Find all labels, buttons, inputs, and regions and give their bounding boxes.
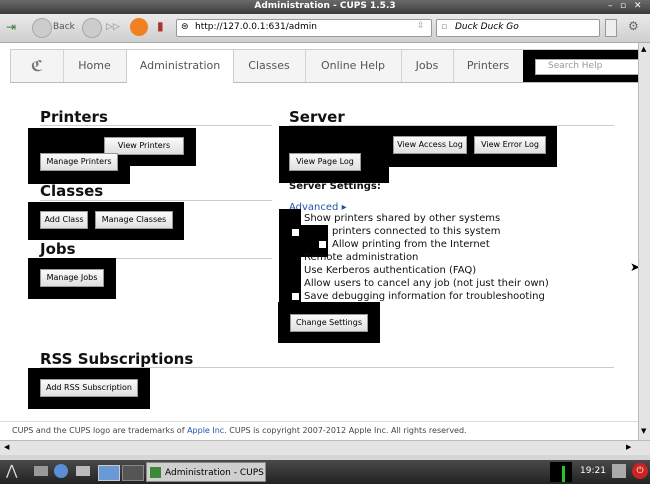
web-search-placeholder: Duck Duck Go	[455, 22, 519, 32]
window-titlebar: Administration - CUPS 1.5.3 – ▫ ✕	[0, 0, 650, 14]
back-button-label[interactable]: Back	[53, 22, 75, 32]
web-search-field[interactable]: ▫ Duck Duck Go	[436, 19, 600, 37]
manage-jobs-button[interactable]: Manage Jobs	[40, 269, 104, 287]
workspace-1-icon[interactable]	[98, 465, 120, 481]
start-menu-icon[interactable]: ⋀	[6, 463, 17, 479]
taskbar-window-label: Administration - CUPS ...	[165, 468, 266, 478]
view-page-log-button[interactable]: View Page Log	[289, 153, 361, 171]
tab-printers[interactable]: Printers	[453, 50, 524, 82]
option-allow-internet: Allow printing from the Internet	[332, 239, 490, 250]
view-access-log-button[interactable]: View Access Log	[393, 136, 467, 154]
server-settings-heading: Server Settings:	[289, 181, 381, 192]
jobs-heading: Jobs	[40, 240, 76, 258]
tab-online-help[interactable]: Online Help	[305, 50, 402, 82]
scroll-up-icon[interactable]: ▲	[641, 45, 646, 53]
url-text: http://127.0.0.1:631/admin	[195, 22, 317, 32]
maximize-icon[interactable]: ▫	[620, 1, 626, 11]
window-title: Administration - CUPS 1.5.3	[254, 1, 396, 11]
help-search-input[interactable]: Search Help	[535, 59, 641, 75]
manage-printers-button[interactable]: Manage Printers	[40, 153, 118, 171]
tab-jobs[interactable]: Jobs	[401, 50, 454, 82]
taskbar-window-button[interactable]: Administration - CUPS ...	[146, 462, 266, 482]
app-icon	[150, 467, 161, 478]
cups-tab-bar: ℭ Home Administration Classes Online Hel…	[10, 49, 641, 83]
cpu-bar	[562, 466, 565, 482]
show-desktop-icon[interactable]	[34, 466, 48, 476]
apple-link[interactable]: Apple Inc.	[187, 426, 227, 435]
clock: 19:21	[580, 466, 606, 476]
printers-heading: Printers	[40, 108, 108, 126]
footer-text: CUPS and the CUPS logo are trademarks of…	[12, 426, 467, 435]
forward-icon[interactable]	[82, 18, 102, 38]
add-class-button[interactable]: Add Class	[40, 211, 88, 229]
page-content: ℭ Home Administration Classes Online Hel…	[0, 43, 641, 441]
page-icon: ⊜	[181, 22, 189, 32]
scroll-right-icon[interactable]: ▶	[626, 443, 631, 451]
option-checkbox[interactable]	[291, 292, 300, 301]
cups-logo-icon[interactable]: ℭ	[11, 50, 64, 82]
redaction-block	[279, 209, 301, 305]
reload-icon[interactable]: ⇳	[417, 21, 425, 31]
footer-text-after: CUPS is copyright 2007-2012 Apple Inc. A…	[226, 426, 467, 435]
add-rss-subscription-button[interactable]: Add RSS Subscription	[40, 379, 138, 397]
option-checkbox[interactable]	[291, 228, 300, 237]
divider	[40, 200, 272, 201]
scroll-left-icon[interactable]: ◀	[4, 443, 9, 451]
help-search: Search Help	[523, 50, 641, 82]
file-manager-icon[interactable]	[76, 466, 90, 476]
cpu-monitor-icon	[550, 462, 572, 482]
home-icon[interactable]: ⇥	[6, 20, 16, 34]
page-footer: CUPS and the CUPS logo are trademarks of…	[0, 421, 638, 441]
browser-toolbar: ⇥ Back ▷▷ ▮ ⊜ http://127.0.0.1:631/admin…	[0, 14, 650, 43]
stop-icon[interactable]	[130, 18, 148, 36]
back-icon[interactable]	[32, 18, 52, 38]
bookmarks-icon[interactable]	[605, 19, 617, 37]
option-share-printers: printers connected to this system	[332, 226, 501, 237]
search-engine-icon: ▫	[441, 22, 448, 32]
server-heading: Server	[289, 108, 345, 126]
view-error-log-button[interactable]: View Error Log	[474, 136, 546, 154]
option-show-shared: Show printers shared by other systems	[304, 213, 501, 224]
option-debug-logging: Save debugging information for troublesh…	[304, 291, 545, 302]
minimize-icon[interactable]: –	[608, 1, 613, 11]
url-field[interactable]: ⊜ http://127.0.0.1:631/admin ⇳	[176, 19, 432, 37]
scroll-down-icon[interactable]: ▼	[641, 427, 646, 435]
change-settings-button[interactable]: Change Settings	[290, 314, 368, 332]
classes-heading: Classes	[40, 182, 104, 200]
taskbar: ⋀ Administration - CUPS ... 19:21 ⏻	[0, 460, 650, 484]
tab-classes[interactable]: Classes	[233, 50, 306, 82]
screen-icon[interactable]	[612, 464, 626, 478]
tools-icon[interactable]: ⚙	[628, 19, 639, 33]
footer-text-before: CUPS and the CUPS logo are trademarks of	[12, 426, 188, 435]
option-kerberos: Use Kerberos authentication (FAQ)	[304, 265, 477, 276]
bookmark-icon[interactable]: ▮	[157, 19, 164, 33]
option-remote-admin: Remote administration	[304, 252, 419, 263]
tab-administration[interactable]: Administration	[126, 50, 234, 83]
browser-launcher-icon[interactable]	[54, 464, 68, 478]
tab-home[interactable]: Home	[63, 50, 127, 82]
vertical-scrollbar[interactable]: ▲ ▼	[638, 43, 650, 440]
rss-heading: RSS Subscriptions	[40, 350, 194, 368]
divider	[40, 125, 272, 126]
workspace-2-icon[interactable]	[122, 465, 144, 481]
help-search-placeholder: Search Help	[548, 61, 603, 71]
horizontal-scrollbar[interactable]: ◀ ▶	[0, 440, 650, 455]
option-cancel-any-job: Allow users to cancel any job (not just …	[304, 278, 549, 289]
skip-icon[interactable]: ▷▷	[106, 22, 120, 32]
manage-classes-button[interactable]: Manage Classes	[95, 211, 173, 229]
close-icon[interactable]: ✕	[634, 1, 642, 11]
option-checkbox[interactable]	[318, 240, 327, 249]
power-icon[interactable]: ⏻	[632, 463, 648, 479]
